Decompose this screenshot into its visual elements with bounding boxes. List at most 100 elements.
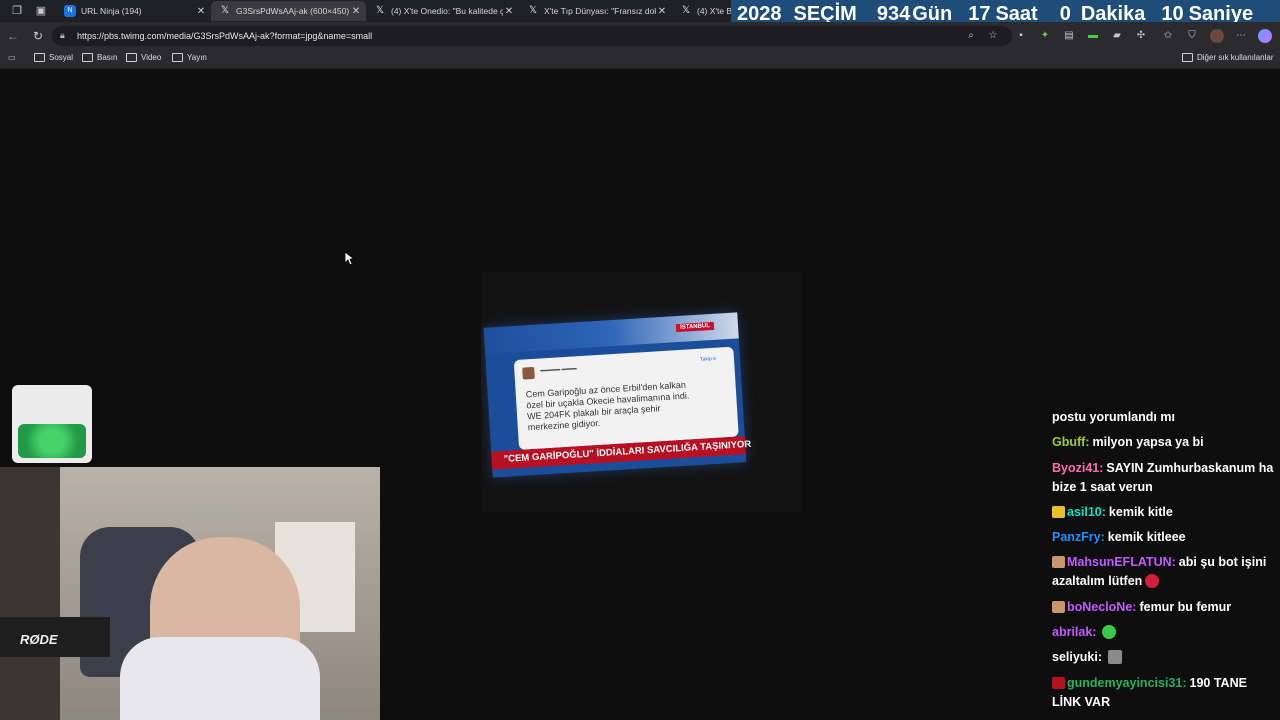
bookmark-label: Sosyal <box>49 53 74 62</box>
tv-header <box>483 312 739 354</box>
chat-message: gundemyayincisi31: 190 TANE LİNK VAR <box>1052 674 1274 712</box>
extension-icon[interactable]: ▰ <box>1110 29 1124 43</box>
heart-emote-icon <box>1145 574 1160 588</box>
folder-icon <box>82 53 93 62</box>
displayed-image[interactable]: İSTANBUL ▬▬▬▬ ▬▬▬ Takip e Cem Garipoğlu … <box>481 272 801 512</box>
extension-icon[interactable]: ✦ <box>1038 29 1052 43</box>
microphone-brand: RØDE <box>20 632 58 647</box>
subscriber-badge-icon <box>1052 556 1065 568</box>
tweet-author: ▬▬▬▬ ▬▬▬ <box>540 365 577 374</box>
chat-message: asil10: kemik kitle <box>1052 503 1274 522</box>
chat-text: milyon yapsa ya bi <box>1092 435 1204 449</box>
bookmark-label: Yayın <box>187 53 207 62</box>
profile-avatar-icon[interactable] <box>1210 29 1224 43</box>
chat-text: femur bu femur <box>1139 600 1232 614</box>
subscriber-badge-icon <box>1052 601 1065 613</box>
bookmark-folder-sosyal[interactable]: Sosyal <box>34 53 73 62</box>
reload-icon[interactable]: ↻ <box>31 29 45 43</box>
zoom-icon[interactable]: ⌕ <box>964 29 978 43</box>
chat-username[interactable]: gundemyayincisi31: <box>1067 676 1187 690</box>
tab-tip-dunyasi[interactable]: 𝕏 X'te Tıp Dünyası: "Fransız dokto ✕ <box>519 1 672 21</box>
chat-panel: postu yorumlandı mı Gbuff: milyon yapsa y… <box>1052 390 1280 715</box>
folder-icon <box>172 53 183 62</box>
shield-icon[interactable]: ⛉ <box>1185 29 1199 43</box>
close-tab-icon[interactable]: ✕ <box>656 6 668 17</box>
x-logo-icon: 𝕏 <box>528 5 538 16</box>
chat-message: seliyuki: <box>1052 648 1274 667</box>
green-emote-icon <box>1102 625 1117 639</box>
tab-url-ninja[interactable]: N URL Ninja (194) ✕ <box>56 1 211 21</box>
tv-screen: İSTANBUL ▬▬▬▬ ▬▬▬ Takip e Cem Garipoğlu … <box>483 312 752 478</box>
close-tab-icon[interactable]: ✕ <box>350 6 362 17</box>
chat-username[interactable]: asil10: <box>1067 505 1106 519</box>
chat-text: postu yorumlandı mı <box>1052 410 1175 424</box>
favorite-star-icon[interactable]: ☆ <box>986 29 1000 43</box>
folder-icon <box>126 53 137 62</box>
tab-image[interactable]: 𝕏 G3SrsPdWsAAj-ak (600×450) ✕ <box>211 1 366 21</box>
avatar <box>522 366 535 380</box>
follow-label: Takip e <box>699 355 717 363</box>
chat-username[interactable]: PanzFry: <box>1052 530 1105 544</box>
more-menu-icon[interactable]: ⋯ <box>1234 29 1248 43</box>
tab-title: URL Ninja (194) <box>81 6 142 16</box>
extension-icon[interactable]: ▤ <box>1062 29 1076 43</box>
chat-message: Byozi41: SAYIN Zumhurbaskanum ha bize 1 s… <box>1052 459 1274 497</box>
tab-title: (4) X'te Be <box>697 6 734 16</box>
close-tab-icon[interactable]: ✕ <box>503 6 515 17</box>
copilot-icon[interactable] <box>1258 29 1272 43</box>
address-bar-row: ← ↻ 🔒︎ https://pbs.twimg.com/media/G3Srs… <box>0 22 1280 50</box>
bookmarks-bar: ▭ Sosyal Basın Video Yayın Diğer sık kul… <box>0 50 1280 69</box>
site-info-icon[interactable]: 🔒︎ <box>60 30 65 41</box>
bookmark-label: Basın <box>97 53 118 62</box>
chat-message: abrilak: <box>1052 623 1274 642</box>
browser-menu-icon[interactable]: ❐ <box>10 4 24 18</box>
bookmark-folder-video[interactable]: Video <box>126 53 161 62</box>
tab-x-partial[interactable]: 𝕏 (4) X'te Be <box>672 1 734 21</box>
chat-username[interactable]: boNecloNe: <box>1067 600 1136 614</box>
streamer-shirt <box>120 637 320 720</box>
sidebar-toggle-icon[interactable]: ▭ <box>8 53 16 62</box>
extension-icon[interactable]: ▪ <box>1014 29 1028 43</box>
chat-message: MahsunEFLATUN: abi şu bot işini azaltalım… <box>1052 553 1274 591</box>
extensions-puzzle-icon[interactable]: ✣ <box>1134 29 1148 43</box>
tab-title: (4) X'te Onedio: "Bu kalitede çe <box>391 6 503 16</box>
tab-title: X'te Tıp Dünyası: "Fransız dokto <box>544 6 656 16</box>
chat-message: PanzFry: kemik kitleee <box>1052 528 1274 547</box>
bookmark-label: Diğer sık kullanılanlar <box>1197 53 1274 62</box>
bookmark-folder-yayin[interactable]: Yayın <box>172 53 207 62</box>
x-logo-icon: 𝕏 <box>375 5 385 16</box>
folder-icon <box>1182 53 1193 62</box>
tab-title: G3SrsPdWsAAj-ak (600×450) <box>236 6 350 16</box>
chat-text: kemik kitleee <box>1107 530 1186 544</box>
chat-username[interactable]: Gbuff: <box>1052 435 1089 449</box>
address-bar[interactable]: 🔒︎ https://pbs.twimg.com/media/G3SrsPdWs… <box>52 26 1012 46</box>
chat-username[interactable]: abrilak: <box>1052 625 1096 639</box>
tweet-card: ▬▬▬▬ ▬▬▬ Takip e Cem Garipoğlu az önce E… <box>513 346 739 450</box>
x-logo-icon: 𝕏 <box>681 5 691 16</box>
mouse-cursor-icon <box>345 252 355 266</box>
chat-message: postu yorumlandı mı <box>1052 408 1274 427</box>
chat-message: boNecloNe: femur bu femur <box>1052 598 1274 617</box>
url-ninja-favicon: N <box>64 5 76 17</box>
subscriber-badge-icon <box>1052 677 1065 689</box>
chat-username[interactable]: MahsunEFLATUN: <box>1067 555 1176 569</box>
chat-username[interactable]: Byozi41: <box>1052 461 1103 475</box>
chat-text: kemik kitle <box>1108 505 1173 519</box>
tab-onedio[interactable]: 𝕏 (4) X'te Onedio: "Bu kalitede çe ✕ <box>366 1 519 21</box>
extension-icon[interactable]: ▬ <box>1086 29 1100 43</box>
other-bookmarks[interactable]: Diğer sık kullanılanlar <box>1182 53 1273 62</box>
url-text[interactable]: https://pbs.twimg.com/media/G3SrsPdWsAAj… <box>77 31 372 41</box>
tweet-text: Cem Garipoğlu az önce Erbil'den kalkan ö… <box>525 377 727 433</box>
close-tab-icon[interactable]: ✕ <box>195 6 207 17</box>
bookmark-folder-basin[interactable]: Basın <box>82 53 117 62</box>
jar-widget <box>12 385 92 463</box>
x-logo-icon: 𝕏 <box>220 5 230 16</box>
jar-contents <box>18 424 86 458</box>
image-emote-icon <box>1108 650 1123 664</box>
favorites-icon[interactable]: ✩ <box>1161 29 1175 43</box>
folder-icon <box>34 53 45 62</box>
tab-actions-icon[interactable]: ▣ <box>34 4 48 18</box>
webcam-overlay: RØDE <box>0 467 380 720</box>
chat-username[interactable]: seliyuki: <box>1052 650 1102 664</box>
back-arrow-icon[interactable]: ← <box>6 29 20 43</box>
